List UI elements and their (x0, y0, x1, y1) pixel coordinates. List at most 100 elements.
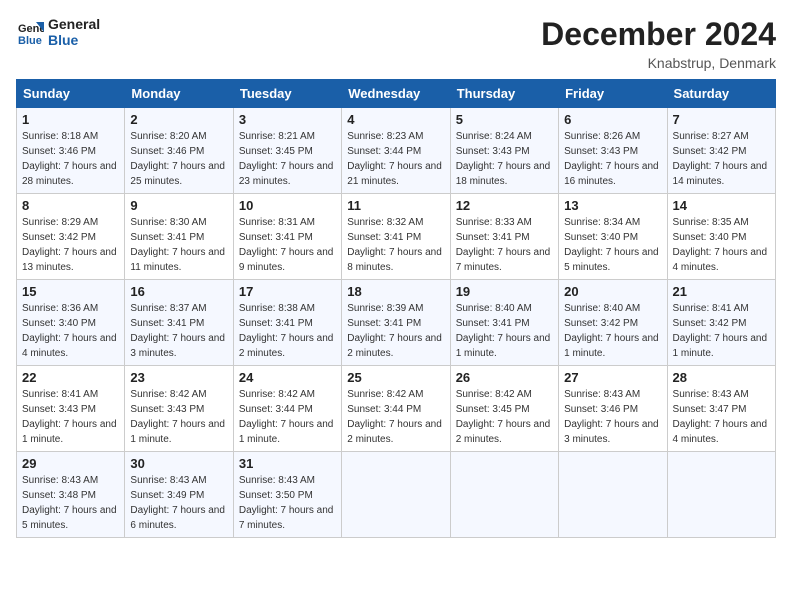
day-number: 9 (130, 198, 227, 213)
calendar-day-cell: 14Sunrise: 8:35 AMSunset: 3:40 PMDayligh… (667, 194, 775, 280)
day-info: Sunrise: 8:26 AMSunset: 3:43 PMDaylight:… (564, 129, 661, 189)
calendar-day-cell: 2 Sunrise: 8:20 AMSunset: 3:46 PMDaylight… (125, 108, 233, 194)
day-number: 11 (347, 198, 444, 213)
calendar-day-cell (559, 452, 667, 538)
day-info: Sunrise: 8:29 AMSunset: 3:42 PMDaylight:… (22, 215, 119, 275)
calendar-week-row: 1 Sunrise: 8:18 AMSunset: 3:46 PMDaylight… (17, 108, 776, 194)
day-info: Sunrise: 8:43 AMSunset: 3:50 PMDaylight:… (239, 473, 336, 533)
day-number: 16 (130, 284, 227, 299)
day-info: Sunrise: 8:18 AMSunset: 3:46 PMDaylight:… (22, 129, 119, 189)
calendar-week-row: 15 Sunrise: 8:36 AMSunset: 3:40 PMDayligh… (17, 280, 776, 366)
day-info: Sunrise: 8:30 AMSunset: 3:41 PMDaylight:… (130, 215, 227, 275)
weekday-header-cell: Friday (559, 80, 667, 108)
title-block: December 2024 Knabstrup, Denmark (541, 16, 776, 71)
day-info: Sunrise: 8:32 AMSunset: 3:41 PMDaylight:… (347, 215, 444, 275)
calendar-day-cell: 4 Sunrise: 8:23 AMSunset: 3:44 PMDaylight… (342, 108, 450, 194)
calendar-day-cell: 15 Sunrise: 8:36 AMSunset: 3:40 PMDayligh… (17, 280, 125, 366)
calendar-day-cell: 13 Sunrise: 8:34 AMSunset: 3:40 PMDayligh… (559, 194, 667, 280)
day-info: Sunrise: 8:41 AMSunset: 3:42 PMDaylight:… (673, 301, 770, 361)
day-number: 20 (564, 284, 661, 299)
calendar-week-row: 29 Sunrise: 8:43 AMSunset: 3:48 PMDayligh… (17, 452, 776, 538)
page-header: General Blue General Blue December 2024 … (16, 16, 776, 71)
day-info: Sunrise: 8:39 AMSunset: 3:41 PMDaylight:… (347, 301, 444, 361)
day-number: 3 (239, 112, 336, 127)
day-number: 26 (456, 370, 553, 385)
calendar-day-cell: 29 Sunrise: 8:43 AMSunset: 3:48 PMDayligh… (17, 452, 125, 538)
day-number: 28 (673, 370, 770, 385)
calendar-day-cell: 12 Sunrise: 8:33 AMSunset: 3:41 PMDayligh… (450, 194, 558, 280)
day-info: Sunrise: 8:37 AMSunset: 3:41 PMDaylight:… (130, 301, 227, 361)
weekday-header-cell: Monday (125, 80, 233, 108)
day-info: Sunrise: 8:40 AMSunset: 3:41 PMDaylight:… (456, 301, 553, 361)
day-info: Sunrise: 8:42 AMSunset: 3:44 PMDaylight:… (347, 387, 444, 447)
calendar-body: 1 Sunrise: 8:18 AMSunset: 3:46 PMDaylight… (17, 108, 776, 538)
day-number: 29 (22, 456, 119, 471)
day-number: 10 (239, 198, 336, 213)
day-number: 30 (130, 456, 227, 471)
weekday-header-cell: Wednesday (342, 80, 450, 108)
weekday-header-cell: Thursday (450, 80, 558, 108)
weekday-header-row: SundayMondayTuesdayWednesdayThursdayFrid… (17, 80, 776, 108)
day-info: Sunrise: 8:21 AMSunset: 3:45 PMDaylight:… (239, 129, 336, 189)
day-info: Sunrise: 8:42 AMSunset: 3:43 PMDaylight:… (130, 387, 227, 447)
calendar-day-cell: 24Sunrise: 8:42 AMSunset: 3:44 PMDayligh… (233, 366, 341, 452)
calendar-day-cell: 31 Sunrise: 8:43 AMSunset: 3:50 PMDayligh… (233, 452, 341, 538)
day-number: 1 (22, 112, 119, 127)
calendar-day-cell: 1 Sunrise: 8:18 AMSunset: 3:46 PMDaylight… (17, 108, 125, 194)
calendar-day-cell: 23 Sunrise: 8:42 AMSunset: 3:43 PMDayligh… (125, 366, 233, 452)
day-info: Sunrise: 8:36 AMSunset: 3:40 PMDaylight:… (22, 301, 119, 361)
month-title: December 2024 (541, 16, 776, 53)
day-info: Sunrise: 8:27 AMSunset: 3:42 PMDaylight:… (673, 129, 770, 189)
day-number: 24 (239, 370, 336, 385)
calendar-day-cell: 27 Sunrise: 8:43 AMSunset: 3:46 PMDayligh… (559, 366, 667, 452)
day-number: 23 (130, 370, 227, 385)
day-info: Sunrise: 8:42 AMSunset: 3:45 PMDaylight:… (456, 387, 553, 447)
calendar-day-cell: 7 Sunrise: 8:27 AMSunset: 3:42 PMDaylight… (667, 108, 775, 194)
day-number: 19 (456, 284, 553, 299)
calendar-day-cell: 6Sunrise: 8:26 AMSunset: 3:43 PMDaylight… (559, 108, 667, 194)
calendar-day-cell: 5Sunrise: 8:24 AMSunset: 3:43 PMDaylight… (450, 108, 558, 194)
day-number: 22 (22, 370, 119, 385)
day-number: 4 (347, 112, 444, 127)
day-info: Sunrise: 8:40 AMSunset: 3:42 PMDaylight:… (564, 301, 661, 361)
day-info: Sunrise: 8:20 AMSunset: 3:46 PMDaylight:… (130, 129, 227, 189)
day-number: 27 (564, 370, 661, 385)
day-info: Sunrise: 8:31 AMSunset: 3:41 PMDaylight:… (239, 215, 336, 275)
day-info: Sunrise: 8:33 AMSunset: 3:41 PMDaylight:… (456, 215, 553, 275)
calendar-day-cell: 9 Sunrise: 8:30 AMSunset: 3:41 PMDaylight… (125, 194, 233, 280)
day-number: 7 (673, 112, 770, 127)
calendar-day-cell (342, 452, 450, 538)
day-info: Sunrise: 8:34 AMSunset: 3:40 PMDaylight:… (564, 215, 661, 275)
calendar-day-cell: 11 Sunrise: 8:32 AMSunset: 3:41 PMDayligh… (342, 194, 450, 280)
logo-icon: General Blue (16, 18, 44, 46)
calendar-day-cell: 28 Sunrise: 8:43 AMSunset: 3:47 PMDayligh… (667, 366, 775, 452)
day-number: 31 (239, 456, 336, 471)
day-info: Sunrise: 8:43 AMSunset: 3:47 PMDaylight:… (673, 387, 770, 447)
day-info: Sunrise: 8:35 AMSunset: 3:40 PMDaylight:… (673, 215, 770, 275)
day-number: 8 (22, 198, 119, 213)
calendar-day-cell (450, 452, 558, 538)
day-number: 12 (456, 198, 553, 213)
svg-text:Blue: Blue (18, 35, 42, 46)
day-info: Sunrise: 8:23 AMSunset: 3:44 PMDaylight:… (347, 129, 444, 189)
calendar-day-cell: 22 Sunrise: 8:41 AMSunset: 3:43 PMDayligh… (17, 366, 125, 452)
calendar-day-cell: 3 Sunrise: 8:21 AMSunset: 3:45 PMDaylight… (233, 108, 341, 194)
calendar-day-cell: 26 Sunrise: 8:42 AMSunset: 3:45 PMDayligh… (450, 366, 558, 452)
day-info: Sunrise: 8:43 AMSunset: 3:48 PMDaylight:… (22, 473, 119, 533)
calendar-day-cell: 25Sunrise: 8:42 AMSunset: 3:44 PMDayligh… (342, 366, 450, 452)
day-info: Sunrise: 8:41 AMSunset: 3:43 PMDaylight:… (22, 387, 119, 447)
day-info: Sunrise: 8:43 AMSunset: 3:49 PMDaylight:… (130, 473, 227, 533)
calendar-week-row: 22 Sunrise: 8:41 AMSunset: 3:43 PMDayligh… (17, 366, 776, 452)
weekday-header-cell: Tuesday (233, 80, 341, 108)
calendar-day-cell: 30 Sunrise: 8:43 AMSunset: 3:49 PMDayligh… (125, 452, 233, 538)
day-number: 15 (22, 284, 119, 299)
logo: General Blue General Blue (16, 16, 100, 48)
logo-blue: Blue (48, 32, 100, 48)
logo-general: General (48, 16, 100, 32)
calendar-day-cell: 8 Sunrise: 8:29 AMSunset: 3:42 PMDaylight… (17, 194, 125, 280)
day-info: Sunrise: 8:43 AMSunset: 3:46 PMDaylight:… (564, 387, 661, 447)
day-number: 18 (347, 284, 444, 299)
calendar-day-cell: 18 Sunrise: 8:39 AMSunset: 3:41 PMDayligh… (342, 280, 450, 366)
day-number: 13 (564, 198, 661, 213)
day-number: 2 (130, 112, 227, 127)
